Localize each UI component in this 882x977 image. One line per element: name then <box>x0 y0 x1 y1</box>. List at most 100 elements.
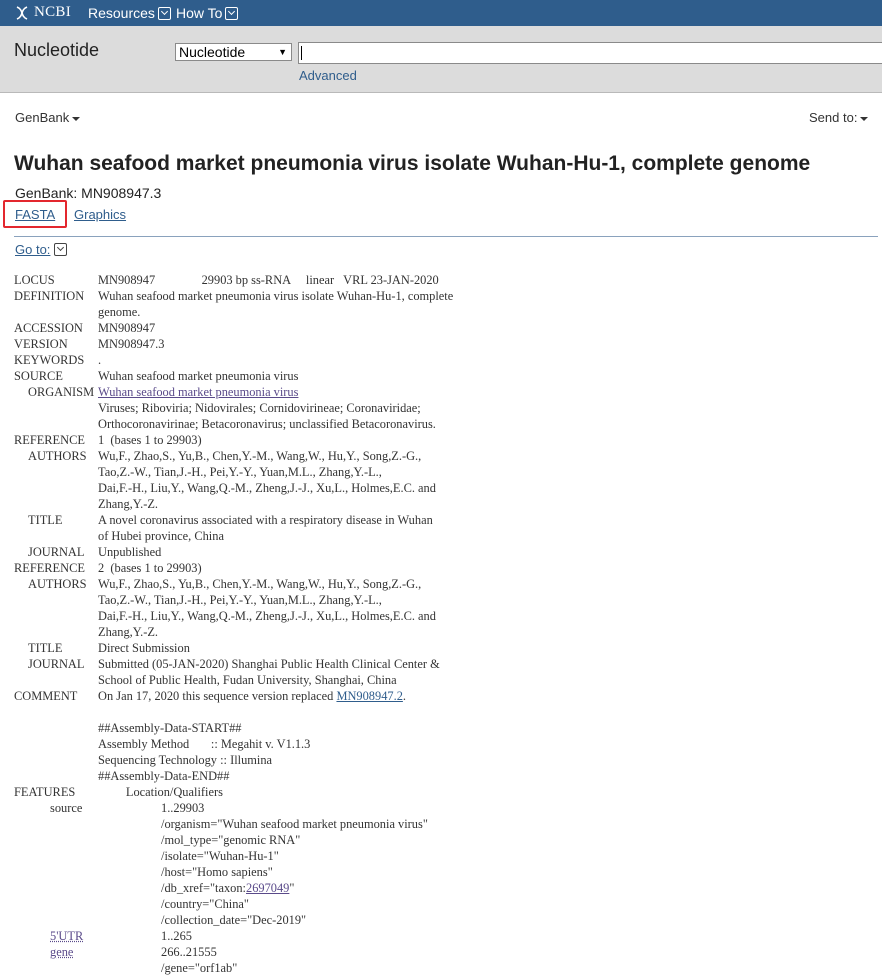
flatfile-key: FEATURES <box>14 785 76 799</box>
flatfile-key <box>14 480 98 496</box>
flatfile-line: KEYWORDS. <box>14 352 882 368</box>
flatfile-key: AUTHORS <box>28 449 87 463</box>
flatfile-text: /organism="Wuhan seafood market pneumoni… <box>161 817 428 831</box>
flatfile-key: REFERENCE <box>14 561 85 575</box>
flatfile-line: /organism="Wuhan seafood market pneumoni… <box>14 816 882 832</box>
flatfile-text: Viruses; Riboviria; Nidovirales; Cornido… <box>98 401 421 415</box>
fasta-link[interactable]: FASTA <box>15 207 55 222</box>
flatfile-key[interactable]: 5'UTR <box>14 928 161 944</box>
flatfile-line: Assembly Method :: Megahit v. V1.1.3 <box>14 736 882 752</box>
flatfile-text: /isolate="Wuhan-Hu-1" <box>161 849 279 863</box>
flatfile-value: Tao,Z.-W., Tian,J.-H., Pei,Y.-Y., Yuan,M… <box>98 464 382 480</box>
flatfile-link[interactable]: 2697049 <box>246 881 289 895</box>
goto-label: Go to: <box>15 242 51 257</box>
search-input[interactable] <box>298 42 882 64</box>
flatfile-key <box>14 864 161 880</box>
flatfile-line: Tao,Z.-W., Tian,J.-H., Pei,Y.-Y., Yuan,M… <box>14 464 882 480</box>
flatfile-value: School of Public Health, Fudan Universit… <box>98 672 397 688</box>
flatfile-text: School of Public Health, Fudan Universit… <box>98 673 397 687</box>
flatfile-line: Sequencing Technology :: Illumina <box>14 752 882 768</box>
flatfile-text: Zhang,Y.-Z. <box>98 625 158 639</box>
flatfile-text: Assembly Method :: Megahit v. V1.1.3 <box>98 737 311 751</box>
flatfile-value: /isolate="Wuhan-Hu-1" <box>161 848 279 864</box>
flatfile-value: . <box>98 352 101 368</box>
chevron-down-icon <box>157 6 171 20</box>
flatfile-line <box>14 704 882 720</box>
flatfile-line: genome. <box>14 304 882 320</box>
flatfile-value: Wuhan seafood market pneumonia virus iso… <box>98 288 453 304</box>
howto-menu[interactable]: How To <box>176 5 239 21</box>
flatfile-key: VERSION <box>14 337 68 351</box>
replaced-version-link[interactable]: MN908947.2 <box>336 689 402 703</box>
flatfile-key: DEFINITION <box>14 289 85 303</box>
flatfile-value: Zhang,Y.-Z. <box>98 624 158 640</box>
flatfile-value: MN908947 29903 bp ss-RNA linear VRL 23-J… <box>98 272 439 288</box>
flatfile-text: Wu,F., Zhao,S., Yu,B., Chen,Y.-M., Wang,… <box>98 449 422 463</box>
flatfile-key <box>14 880 161 896</box>
ncbi-logo[interactable]: NCBI <box>14 4 71 21</box>
flatfile-line: Dai,F.-H., Liu,Y., Wang,Q.-M., Zheng,J.-… <box>14 480 882 496</box>
flatfile-line: REFERENCE 2 (bases 1 to 29903) <box>14 560 882 576</box>
format-menu[interactable]: GenBank <box>15 110 81 125</box>
flatfile-key: COMMENT <box>14 689 78 703</box>
flatfile-key <box>14 960 161 976</box>
flatfile-line: JOURNAL Submitted (05-JAN-2020) Shanghai … <box>14 656 882 672</box>
flatfile-value: /collection_date="Dec-2019" <box>161 912 306 928</box>
flatfile-text: Tao,Z.-W., Tian,J.-H., Pei,Y.-Y., Yuan,M… <box>98 465 382 479</box>
resources-menu[interactable]: Resources <box>88 5 171 21</box>
flatfile-value: 1..29903 <box>161 800 204 816</box>
flatfile-link[interactable]: Wuhan seafood market pneumonia virus <box>98 385 298 399</box>
goto-menu[interactable]: Go to: <box>15 242 68 257</box>
flatfile-text: genome. <box>98 305 141 319</box>
database-select-value: Nucleotide <box>179 44 246 60</box>
flatfile-text: /collection_date="Dec-2019" <box>161 913 307 927</box>
flatfile-text: MN908947.3 <box>98 337 165 351</box>
flatfile-value: /mol_type="genomic RNA" <box>161 832 300 848</box>
flatfile-value: On Jan 17, 2020 this sequence version re… <box>98 688 406 704</box>
flatfile-value: Zhang,Y.-Z. <box>98 496 158 512</box>
flatfile-line: TITLE Direct Submission <box>14 640 882 656</box>
flatfile-key: JOURNAL <box>28 657 85 671</box>
format-menu-label: GenBank <box>15 110 70 125</box>
howto-menu-label: How To <box>176 5 223 21</box>
flatfile-text: Tao,Z.-W., Tian,J.-H., Pei,Y.-Y., Yuan,M… <box>98 593 382 607</box>
flatfile-key: KEYWORDS <box>14 353 85 367</box>
flatfile-line: Zhang,Y.-Z. <box>14 496 882 512</box>
resources-menu-label: Resources <box>88 5 155 21</box>
flatfile-key: REFERENCE <box>14 433 85 447</box>
flatfile-key: LOCUS <box>14 273 55 287</box>
accession-line: GenBank: MN908947.3 <box>15 185 162 201</box>
advanced-search-link[interactable]: Advanced <box>299 68 357 83</box>
flatfile-value: Dai,F.-H., Liu,Y., Wang,Q.-M., Zheng,J.-… <box>98 480 436 496</box>
flatfile-text: Zhang,Y.-Z. <box>98 497 158 511</box>
flatfile-text: 1..265 <box>161 929 192 943</box>
flatfile-value: Sequencing Technology :: Illumina <box>98 752 272 768</box>
caret-down-icon <box>72 116 81 121</box>
flatfile-line: /isolate="Wuhan-Hu-1" <box>14 848 882 864</box>
flatfile-line: ##Assembly-Data-START## <box>14 720 882 736</box>
flatfile-line: 5'UTR 1..265 <box>14 928 882 944</box>
flatfile-line: Orthocoronavirinae; Betacoronavirus; unc… <box>14 416 882 432</box>
flatfile-text: /host="Homo sapiens" <box>161 865 273 879</box>
flatfile-value: /db_xref="taxon:2697049" <box>161 880 294 896</box>
send-to-menu[interactable]: Send to: <box>809 110 869 125</box>
database-select[interactable]: Nucleotide ▼ <box>175 43 292 61</box>
flatfile-text: 266..21555 <box>161 945 217 959</box>
flatfile-line: /mol_type="genomic RNA" <box>14 832 882 848</box>
flatfile-text: On Jan 17, 2020 this sequence version re… <box>98 689 337 703</box>
flatfile-key <box>14 400 98 416</box>
genbank-flatfile: LOCUS MN908947 29903 bp ss-RNA linear VRL… <box>14 272 882 976</box>
flatfile-line: ACCESSION MN908947 <box>14 320 882 336</box>
flatfile-key <box>14 496 98 512</box>
text-caret <box>301 46 302 60</box>
flatfile-text: A novel coronavirus associated with a re… <box>98 513 433 527</box>
graphics-link[interactable]: Graphics <box>74 207 126 222</box>
flatfile-text: Submitted (05-JAN-2020) Shanghai Public … <box>98 657 440 671</box>
flatfile-value: Wu,F., Zhao,S., Yu,B., Chen,Y.-M., Wang,… <box>98 448 421 464</box>
flatfile-value: MN908947.3 <box>98 336 164 352</box>
flatfile-text: Unpublished <box>98 545 162 559</box>
flatfile-key[interactable]: gene <box>14 944 161 960</box>
flatfile-value: /host="Homo sapiens" <box>161 864 273 880</box>
flatfile-text: Location/Qualifiers <box>98 785 223 799</box>
flatfile-value: Unpublished <box>98 544 161 560</box>
